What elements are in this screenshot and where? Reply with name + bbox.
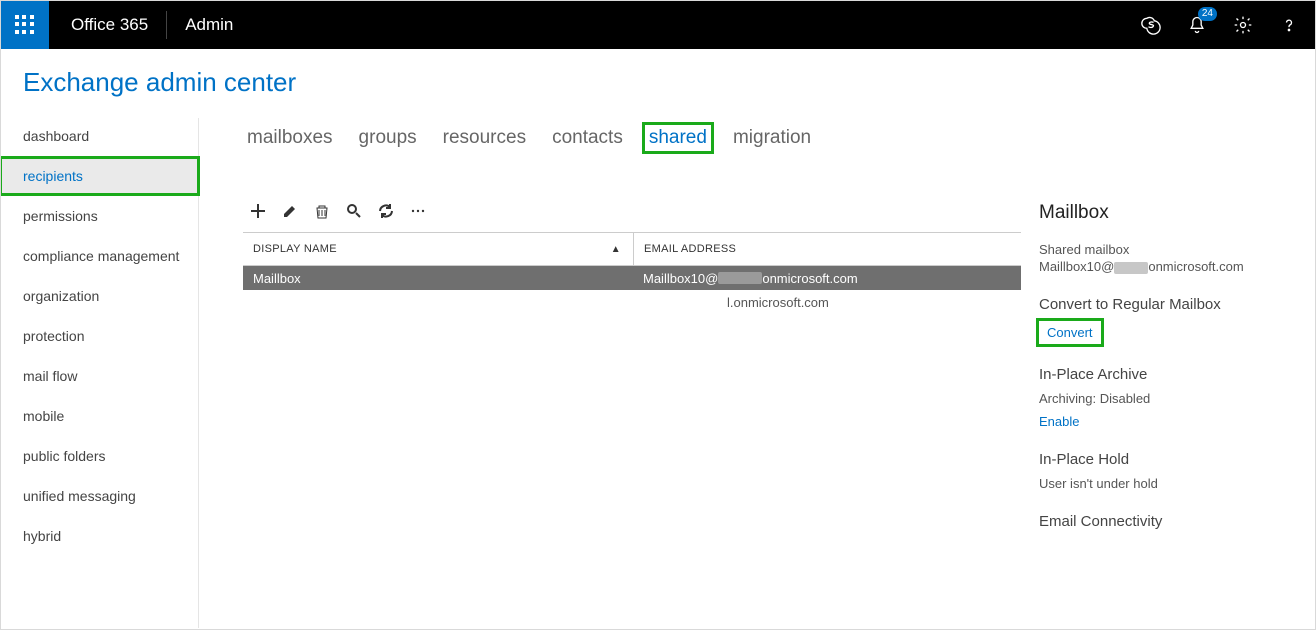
more-icon[interactable] — [409, 202, 427, 220]
cell-name: Maillbox — [243, 271, 633, 286]
archive-status: Archiving: Disabled — [1039, 391, 1299, 406]
waffle-icon — [15, 15, 35, 35]
notifications-badge: 24 — [1198, 7, 1217, 21]
sidebar-item-mobile[interactable]: mobile — [1, 398, 198, 434]
tab-groups[interactable]: groups — [355, 125, 421, 151]
sidebar-item-publicfolders[interactable]: public folders — [1, 438, 198, 474]
sidebar-item-protection[interactable]: protection — [1, 318, 198, 354]
details-type: Shared mailbox — [1039, 242, 1299, 257]
grid: DISPLAY NAME ▲ EMAIL ADDRESS Maillbox Ma… — [243, 232, 1021, 314]
redacted-block — [718, 272, 762, 284]
sidebar-item-mailflow[interactable]: mail flow — [1, 358, 198, 394]
sidebar-item-recipients[interactable]: recipients — [1, 158, 198, 194]
app-launcher-button[interactable] — [1, 1, 49, 49]
edit-icon[interactable] — [281, 202, 299, 220]
tab-shared[interactable]: shared — [645, 125, 711, 151]
cell-email: l.onmicrosoft.com — [633, 290, 1021, 314]
details-title: Maillbox — [1039, 202, 1299, 224]
tab-row: mailboxes groups resources contacts shar… — [243, 118, 1315, 158]
cell-email-post: l.onmicrosoft.com — [727, 295, 829, 310]
tab-resources[interactable]: resources — [439, 125, 530, 151]
sidebar-item-compliance[interactable]: compliance management — [1, 238, 198, 274]
sort-asc-icon: ▲ — [611, 244, 621, 255]
help-icon[interactable] — [1273, 9, 1305, 41]
product-name: Office 365 — [71, 15, 148, 35]
sidebar-item-hybrid[interactable]: hybrid — [1, 518, 198, 554]
sidebar-item-permissions[interactable]: permissions — [1, 198, 198, 234]
tab-mailboxes[interactable]: mailboxes — [243, 125, 337, 151]
cell-email-pre: Maillbox10@ — [643, 271, 718, 286]
tab-migration[interactable]: migration — [729, 125, 815, 151]
table-row[interactable]: l.onmicrosoft.com — [243, 290, 1021, 314]
refresh-icon[interactable] — [377, 202, 395, 220]
redacted-block — [1114, 262, 1148, 274]
skype-icon[interactable] — [1135, 9, 1167, 41]
top-icon-strip: 24 — [1135, 1, 1305, 49]
details-email-post: onmicrosoft.com — [1148, 259, 1243, 274]
archive-heading: In-Place Archive — [1039, 366, 1299, 383]
connectivity-heading: Email Connectivity — [1039, 513, 1299, 530]
sidebar: dashboard recipients permissions complia… — [1, 118, 199, 628]
details-pane: Maillbox Shared mailbox Maillbox10@ onmic… — [1037, 198, 1301, 542]
hold-status: User isn't under hold — [1039, 476, 1299, 491]
column-header-name-label: DISPLAY NAME — [253, 243, 337, 255]
column-header-name[interactable]: DISPLAY NAME ▲ — [243, 243, 633, 255]
content-area: mailboxes groups resources contacts shar… — [199, 118, 1315, 628]
cell-email-post: onmicrosoft.com — [762, 271, 857, 286]
details-email: Maillbox10@ onmicrosoft.com — [1039, 259, 1299, 274]
window-frame: Office 365 Admin 24 Exchange admin cente… — [0, 0, 1316, 630]
sidebar-item-unifiedmessaging[interactable]: unified messaging — [1, 478, 198, 514]
grid-header-row: DISPLAY NAME ▲ EMAIL ADDRESS — [243, 232, 1021, 266]
product-area: Admin — [185, 15, 233, 35]
search-icon[interactable] — [345, 202, 363, 220]
page-title: Exchange admin center — [1, 49, 1315, 118]
top-bar: Office 365 Admin 24 — [1, 1, 1315, 49]
hold-heading: In-Place Hold — [1039, 451, 1299, 468]
notifications-icon[interactable]: 24 — [1181, 9, 1213, 41]
top-divider — [166, 11, 167, 39]
column-header-email-label: EMAIL ADDRESS — [644, 243, 736, 255]
convert-heading: Convert to Regular Mailbox — [1039, 296, 1299, 313]
tab-contacts[interactable]: contacts — [548, 125, 627, 151]
sidebar-item-organization[interactable]: organization — [1, 278, 198, 314]
sidebar-item-dashboard[interactable]: dashboard — [1, 118, 198, 154]
delete-icon[interactable] — [313, 202, 331, 220]
cell-email: Maillbox10@ onmicrosoft.com — [633, 266, 1021, 290]
add-icon[interactable] — [249, 202, 267, 220]
archive-enable-link[interactable]: Enable — [1039, 414, 1079, 429]
table-row[interactable]: Maillbox Maillbox10@ onmicrosoft.com — [243, 266, 1021, 290]
convert-link[interactable]: Convert — [1039, 321, 1101, 344]
settings-icon[interactable] — [1227, 9, 1259, 41]
column-header-email[interactable]: EMAIL ADDRESS — [633, 233, 1021, 265]
details-email-pre: Maillbox10@ — [1039, 259, 1114, 274]
